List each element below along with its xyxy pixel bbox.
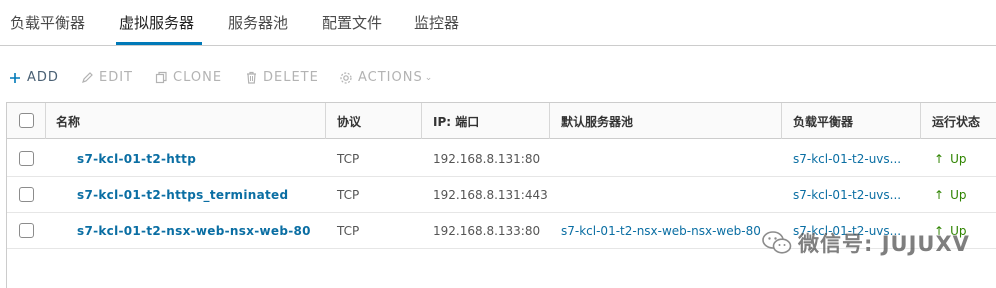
edit-label: EDIT (99, 70, 133, 85)
actions-dropdown[interactable]: ACTIONS ⌄ (339, 70, 433, 85)
ip-port-cell: 192.168.8.133:80 (433, 224, 541, 238)
column-header-status[interactable]: 运行状态 (932, 113, 980, 130)
delete-button[interactable]: DELETE (244, 70, 319, 85)
add-button[interactable]: ADD (8, 70, 59, 85)
tab-monitors[interactable]: 监控器 (414, 12, 459, 33)
pencil-icon (80, 71, 94, 85)
virtual-server-name-link[interactable]: s7-kcl-01-t2-https_terminated (77, 188, 288, 202)
clone-label: CLONE (173, 70, 223, 85)
load-balancer-link[interactable]: s7-kcl-01-t2-uvs... (793, 152, 911, 166)
status-badge: ↑ Up (934, 188, 966, 202)
ip-port-cell: 192.168.8.131:80 (433, 152, 541, 166)
status-badge: ↑ Up (934, 152, 966, 166)
chevron-down-icon: ⌄ (424, 72, 434, 83)
default-pool-link[interactable]: s7-kcl-01-t2-nsx-web-nsx-web-80 (561, 224, 767, 238)
row-checkbox[interactable] (19, 151, 34, 166)
select-all-checkbox[interactable] (19, 113, 34, 128)
arrow-up-icon: ↑ (934, 224, 945, 238)
column-separator[interactable] (325, 103, 326, 139)
virtual-server-name-link[interactable]: s7-kcl-01-t2-nsx-web-nsx-web-80 (77, 224, 311, 238)
copy-icon (154, 71, 168, 85)
status-text: Up (950, 188, 967, 202)
column-separator[interactable] (920, 103, 921, 139)
column-header-ip-port[interactable]: IP: 端口 (433, 113, 479, 130)
tab-bar: 负载平衡器 虚拟服务器 服务器池 配置文件 监控器 (0, 0, 996, 46)
gear-icon (339, 71, 353, 85)
tab-profiles[interactable]: 配置文件 (322, 12, 382, 33)
row-checkbox[interactable] (19, 187, 34, 202)
virtual-server-grid: 名称 协议 IP: 端口 默认服务器池 负载平衡器 运行状态 s7-kcl-01… (6, 102, 996, 288)
arrow-up-icon: ↑ (934, 188, 945, 202)
add-label: ADD (27, 70, 59, 85)
protocol-cell: TCP (337, 188, 360, 202)
tab-virtual-servers[interactable]: 虚拟服务器 (119, 12, 194, 33)
load-balancer-link[interactable]: s7-kcl-01-t2-uvs... (793, 224, 911, 238)
table-row[interactable]: s7-kcl-01-t2-http TCP 192.168.8.131:80 s… (7, 141, 996, 177)
column-header-name[interactable]: 名称 (56, 113, 80, 130)
tab-server-pools[interactable]: 服务器池 (228, 12, 288, 33)
row-checkbox[interactable] (19, 223, 34, 238)
toolbar: ADD EDIT CLONE DELETE ACTIONS ⌄ (0, 60, 996, 96)
column-header-default-pool[interactable]: 默认服务器池 (561, 113, 633, 130)
clone-button[interactable]: CLONE (154, 70, 222, 85)
column-header-load-balancer[interactable]: 负载平衡器 (793, 113, 853, 130)
load-balancer-link[interactable]: s7-kcl-01-t2-uvs... (793, 188, 911, 202)
trash-icon (244, 71, 258, 85)
column-separator[interactable] (421, 103, 422, 139)
actions-label: ACTIONS (358, 70, 423, 85)
arrow-up-icon: ↑ (934, 152, 945, 166)
table-row[interactable]: s7-kcl-01-t2-nsx-web-nsx-web-80 TCP 192.… (7, 213, 996, 249)
column-separator[interactable] (549, 103, 550, 139)
table-row[interactable]: s7-kcl-01-t2-https_terminated TCP 192.16… (7, 177, 996, 213)
protocol-cell: TCP (337, 224, 360, 238)
ip-port-cell: 192.168.8.131:443 (433, 188, 548, 202)
status-badge: ↑ Up (934, 224, 966, 238)
delete-label: DELETE (263, 70, 319, 85)
tab-load-balancers[interactable]: 负载平衡器 (10, 12, 85, 33)
protocol-cell: TCP (337, 152, 360, 166)
virtual-server-name-link[interactable]: s7-kcl-01-t2-http (77, 152, 196, 166)
grid-header: 名称 协议 IP: 端口 默认服务器池 负载平衡器 运行状态 (7, 103, 996, 139)
plus-icon (8, 71, 22, 85)
edit-button[interactable]: EDIT (80, 70, 133, 85)
column-separator[interactable] (45, 103, 46, 139)
status-text: Up (950, 152, 967, 166)
status-text: Up (950, 224, 967, 238)
column-separator[interactable] (781, 103, 782, 139)
column-header-protocol[interactable]: 协议 (337, 113, 361, 130)
active-tab-indicator (116, 42, 202, 45)
